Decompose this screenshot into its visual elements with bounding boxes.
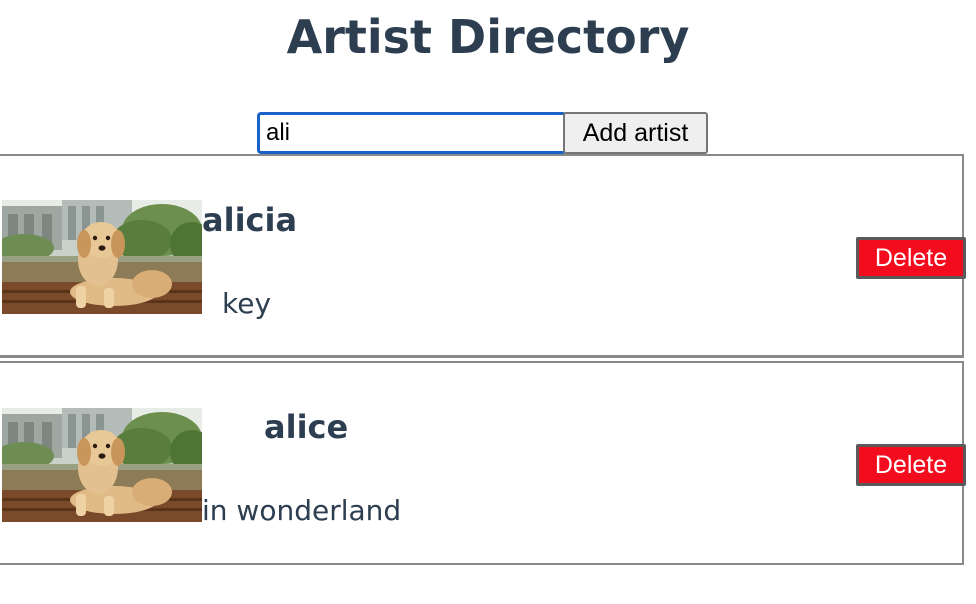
- artist-photo: [2, 408, 202, 522]
- artist-card: alicia key Delete: [0, 154, 966, 358]
- artist-name-input[interactable]: [257, 112, 567, 154]
- delete-artist-button[interactable]: Delete: [856, 237, 966, 279]
- add-artist-button[interactable]: Add artist: [563, 112, 708, 154]
- artist-description: key: [222, 287, 272, 320]
- artist-name: alicia: [202, 201, 298, 239]
- artist-card: alice in wonderland Delete: [0, 361, 966, 565]
- artist-photo: [2, 200, 202, 314]
- page: Artist Directory Add artist alicia key D…: [0, 0, 976, 604]
- delete-artist-button[interactable]: Delete: [856, 444, 966, 486]
- artist-name: alice: [264, 408, 349, 446]
- artist-description: in wonderland: [202, 494, 402, 527]
- page-title: Artist Directory: [286, 10, 690, 64]
